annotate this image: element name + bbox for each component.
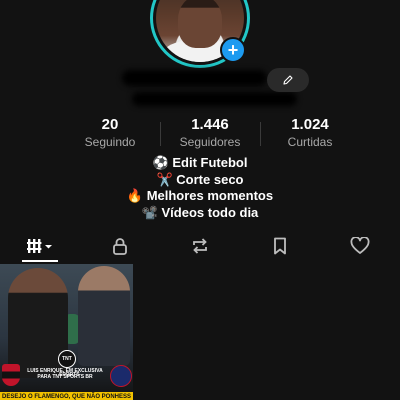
video-thumbnail[interactable]: TNT SPORTS LUIS ENRIQUE, EM EXCLUSIVA PA… (0, 264, 133, 400)
stat-label: Curtidas (287, 135, 333, 149)
stat-divider (159, 122, 161, 146)
edit-profile-button[interactable] (267, 68, 309, 92)
flamengo-crest-icon (2, 364, 20, 386)
tnt-sports-logo: TNT SPORTS (58, 350, 80, 378)
bio: ⚽ Edit Futebol ✂️ Corte seco 🔥 Melhores … (0, 155, 400, 221)
stat-followers[interactable]: 1.446 Seguidores (170, 116, 250, 150)
stat-following[interactable]: 20 Seguindo (70, 116, 150, 150)
profile-screen: + 20 Seguindo 1.446 Seguidores 1.024 Cur… (0, 0, 400, 400)
tab-reposts[interactable] (170, 230, 230, 262)
avatar-face (178, 0, 222, 48)
avatar[interactable]: + (150, 0, 250, 68)
grid-icon (27, 239, 52, 253)
profile-tabs (0, 230, 400, 262)
stat-value: 1.446 (191, 116, 229, 133)
username (132, 92, 297, 106)
heart-icon (350, 237, 370, 254)
bio-line: ✂️ Corte seco (156, 171, 244, 187)
psg-crest-icon (110, 365, 132, 387)
stat-divider (259, 122, 261, 146)
plus-icon: + (227, 40, 239, 60)
bio-line: 📽️ Vídeos todo dia (141, 204, 259, 220)
stat-value: 20 (101, 116, 119, 133)
pencil-icon (283, 75, 293, 85)
add-avatar-button[interactable]: + (220, 37, 246, 63)
profile-stats: 20 Seguindo 1.446 Seguidores 1.024 Curti… (70, 116, 350, 152)
stat-value: 1.024 (291, 116, 329, 133)
tab-private[interactable] (90, 230, 150, 262)
thumbnail-caption: LUIS ENRIQUE, EM EXCLUSIVA PARA TNT SPOR… (27, 368, 103, 380)
bio-line: ⚽ Edit Futebol (152, 155, 248, 170)
tab-videos[interactable] (10, 230, 70, 262)
tab-favorites[interactable] (250, 230, 310, 262)
tab-liked[interactable] (330, 230, 390, 262)
thumbnail-banner: DESEJO O FLAMENGO, QUE NÃO PONHESS (0, 392, 133, 400)
thumbnail-coach (78, 266, 130, 366)
bio-line: 🔥 Melhores momentos (126, 188, 274, 203)
repost-icon (193, 238, 207, 254)
lock-icon (113, 238, 127, 255)
stat-likes[interactable]: 1.024 Curtidas (270, 116, 350, 150)
display-name (122, 70, 267, 86)
stat-label: Seguidores (179, 135, 241, 149)
stat-label: Seguindo (84, 135, 136, 149)
bookmark-icon (274, 237, 286, 255)
